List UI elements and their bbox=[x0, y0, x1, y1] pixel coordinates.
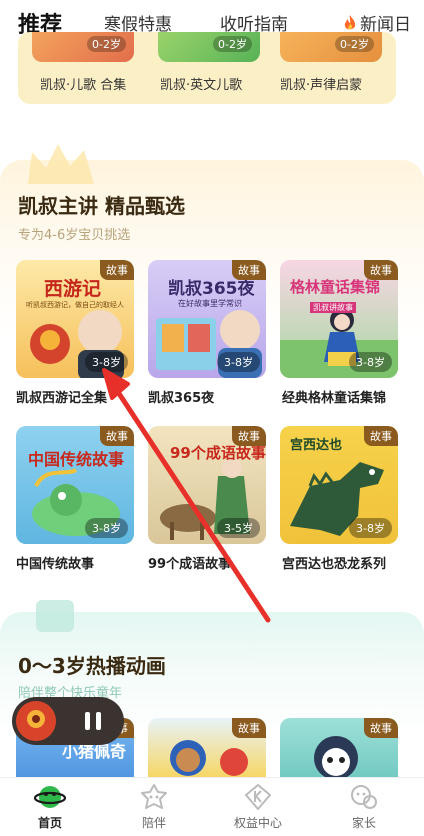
category-badge: 故事 bbox=[364, 426, 398, 446]
album-title-365[interactable]: 凯叔365夜 bbox=[148, 387, 214, 406]
cover-title: 中国传统故事 bbox=[28, 450, 125, 469]
album-card-xiyouji[interactable]: 西游记 听凯叔西游记，做自己的取经人 故事 3-8岁 bbox=[16, 260, 134, 378]
strip-label-1[interactable]: 凯叔·儿歌 合集 bbox=[40, 74, 126, 93]
age-badge: 0-2岁 bbox=[213, 36, 252, 52]
top-album-strip: 0-2岁 0-2岁 0-2岁 凯叔·儿歌 合集 凯叔·英文儿歌 凯叔·声律启蒙 bbox=[18, 32, 396, 104]
album-title-chinese-traditional[interactable]: 中国传统故事 bbox=[16, 553, 94, 572]
animation-card-paw-patrol[interactable]: 故事 bbox=[148, 718, 266, 782]
nav-parent[interactable]: 家长 bbox=[324, 782, 404, 831]
age-badge: 3-8岁 bbox=[349, 352, 392, 372]
age-badge: 0-2岁 bbox=[87, 36, 126, 52]
cover-subtitle: 听凯叔西游记，做自己的取经人 bbox=[26, 301, 124, 309]
section-subtitle-featured: 专为4-6岁宝贝挑选 bbox=[18, 228, 131, 243]
strip-label-3[interactable]: 凯叔·声律启蒙 bbox=[280, 74, 362, 93]
strip-cover-3[interactable]: 0-2岁 bbox=[280, 32, 382, 62]
age-badge: 3-8岁 bbox=[85, 352, 128, 372]
nav-home[interactable]: 首页 bbox=[10, 782, 90, 831]
age-badge: 3-8岁 bbox=[85, 518, 128, 538]
pause-icon[interactable] bbox=[82, 710, 104, 732]
benefits-icon bbox=[245, 784, 271, 810]
strip-label-2[interactable]: 凯叔·英文儿歌 bbox=[160, 74, 242, 93]
section-title-animation: 0～3岁热播动画 bbox=[18, 654, 166, 678]
parent-icon bbox=[351, 785, 377, 809]
crown-cloud-decoration bbox=[28, 144, 94, 184]
category-badge: 故事 bbox=[364, 718, 398, 738]
age-badge: 3-8岁 bbox=[217, 352, 260, 372]
album-card-chinese-traditional[interactable]: 中国传统故事 故事 3-8岁 bbox=[16, 426, 134, 544]
planet-icon bbox=[34, 786, 66, 808]
album-card-grimm[interactable]: 格林童话集锦 凯叔讲故事 故事 3-8岁 bbox=[280, 260, 398, 378]
album-title-xiyouji[interactable]: 凯叔西游记全集 bbox=[16, 387, 107, 406]
category-badge: 故事 bbox=[100, 426, 134, 446]
cover-title: 西游记 bbox=[44, 278, 102, 300]
strip-cover-2[interactable]: 0-2岁 bbox=[158, 32, 260, 62]
nav-companion[interactable]: 陪伴 bbox=[114, 782, 194, 831]
cover-title: 宫西达也 bbox=[290, 438, 343, 453]
age-badge: 3-5岁 bbox=[217, 518, 260, 538]
animation-card-octonauts[interactable]: 故事 bbox=[280, 718, 398, 782]
category-badge: 故事 bbox=[100, 260, 134, 280]
cover-title: 格林童话集锦 bbox=[290, 278, 381, 296]
flame-icon bbox=[344, 15, 356, 30]
now-playing-cover[interactable] bbox=[16, 701, 56, 741]
nav-benefits-label: 权益中心 bbox=[233, 816, 282, 830]
category-badge: 故事 bbox=[232, 260, 266, 280]
age-badge: 0-2岁 bbox=[335, 36, 374, 52]
category-badge: 故事 bbox=[232, 426, 266, 446]
bottom-navigation: 首页 陪伴 权益中心 家长 bbox=[0, 777, 424, 836]
album-title-dinosaur[interactable]: 宫西达也恐龙系列 bbox=[282, 553, 386, 572]
nav-parent-label: 家长 bbox=[351, 816, 376, 830]
mini-player[interactable] bbox=[12, 697, 124, 745]
category-badge: 故事 bbox=[232, 718, 266, 738]
scroll-decoration bbox=[36, 600, 74, 632]
cover-subtitle: 在好故事里学常识 bbox=[178, 299, 242, 308]
strip-cover-1[interactable]: 0-2岁 bbox=[32, 32, 134, 62]
category-badge: 故事 bbox=[364, 260, 398, 280]
album-title-grimm[interactable]: 经典格林童话集锦 bbox=[282, 387, 386, 406]
album-title-idioms[interactable]: 99个成语故事 bbox=[148, 553, 231, 572]
cover-subtitle: 凯叔讲故事 bbox=[310, 302, 356, 313]
album-card-idioms[interactable]: 99个成语故事 故事 3-5岁 bbox=[148, 426, 266, 544]
album-card-365[interactable]: 凯叔365夜 在好故事里学常识 故事 3-8岁 bbox=[148, 260, 266, 378]
nav-home-label: 首页 bbox=[37, 816, 62, 830]
album-card-dinosaur[interactable]: 宫西达也 故事 3-8岁 bbox=[280, 426, 398, 544]
nav-companion-label: 陪伴 bbox=[141, 816, 166, 830]
companion-icon bbox=[141, 784, 167, 809]
section-title-featured: 凯叔主讲 精品甄选 bbox=[18, 194, 185, 218]
age-badge: 3-8岁 bbox=[349, 518, 392, 538]
nav-benefits[interactable]: 权益中心 bbox=[218, 782, 298, 831]
